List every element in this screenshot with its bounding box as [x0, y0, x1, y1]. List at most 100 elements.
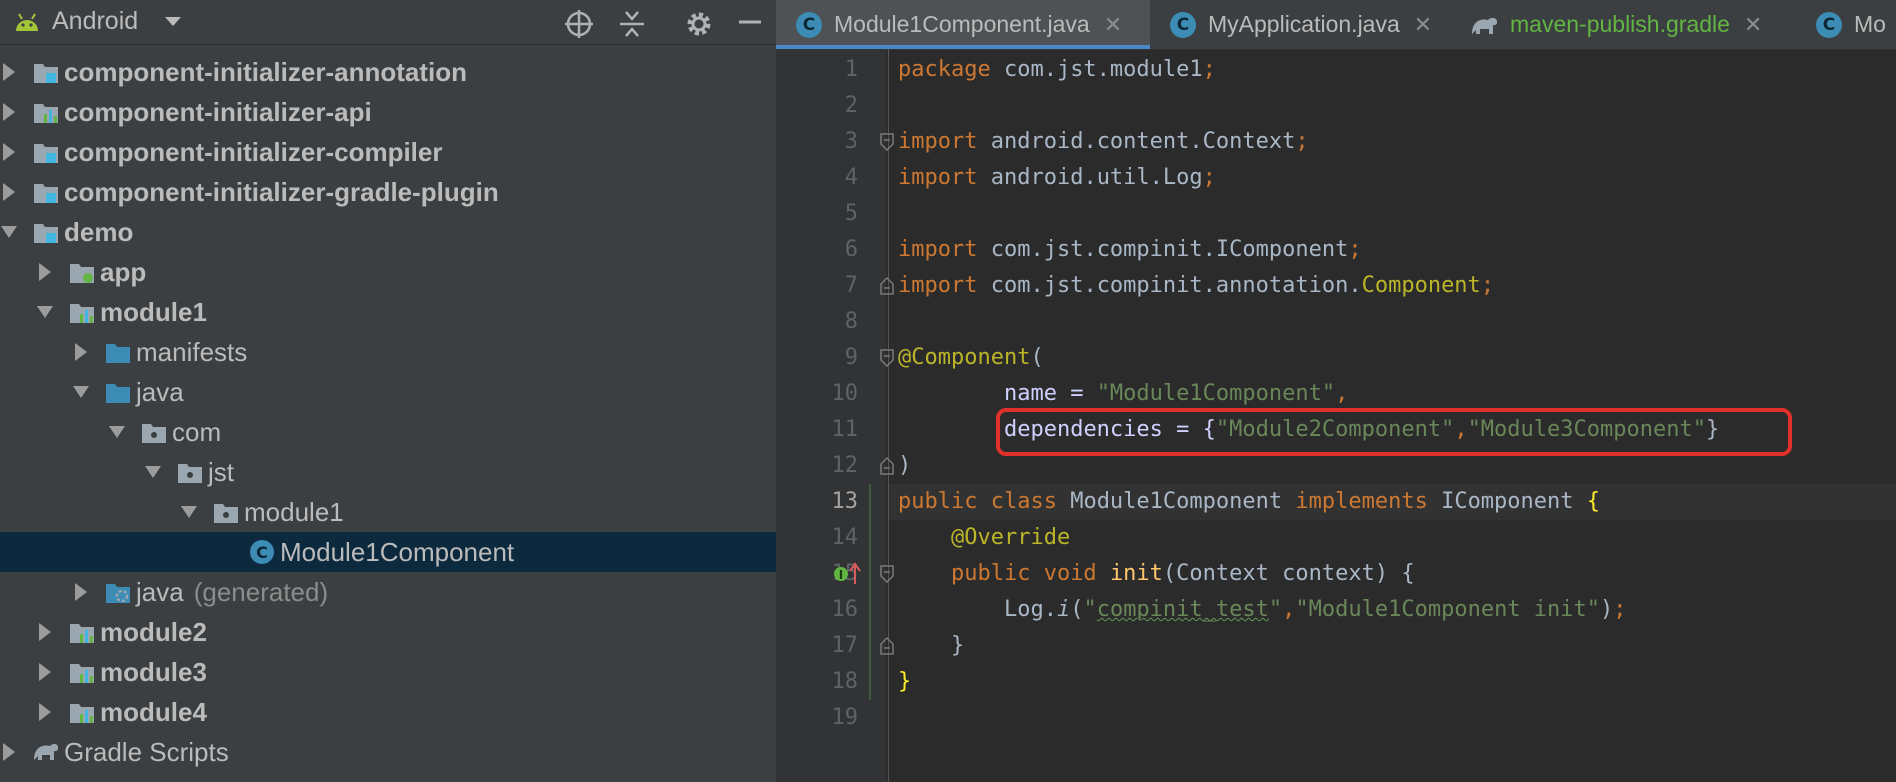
- tree-item-component-initializer-compiler[interactable]: component-initializer-compiler: [0, 132, 776, 172]
- code-line-3[interactable]: import android.content.Context;: [898, 124, 1309, 160]
- tree-item-label: com: [172, 416, 222, 447]
- locate-icon[interactable]: [564, 9, 594, 39]
- fold-marker-icon[interactable]: [879, 348, 895, 368]
- fold-end-marker-icon[interactable]: [879, 456, 895, 476]
- chevron-right-icon[interactable]: [0, 741, 18, 763]
- close-icon[interactable]: ✕: [1414, 12, 1432, 38]
- line-number: 4: [844, 165, 858, 190]
- tab-overflow[interactable]: C Mo: [1804, 0, 1896, 49]
- package-icon: [178, 464, 202, 483]
- fold-end-marker-icon[interactable]: [879, 276, 895, 296]
- code-line-18[interactable]: }: [898, 664, 911, 700]
- tab-label: maven-publish.gradle: [1510, 11, 1730, 37]
- tab-module1component-java[interactable]: C Module1Component.java ✕: [776, 0, 1150, 49]
- close-icon[interactable]: ✕: [1744, 12, 1762, 38]
- tree-item-demo[interactable]: demo: [0, 212, 776, 252]
- library-module-icon: [70, 704, 94, 723]
- fold-end-marker-icon[interactable]: [879, 636, 895, 656]
- code-line-14[interactable]: @Override: [898, 520, 1070, 556]
- code-line-1[interactable]: package com.jst.module1;: [898, 52, 1216, 88]
- chevron-right-icon[interactable]: [36, 661, 54, 683]
- code-line-12[interactable]: ): [898, 448, 911, 484]
- code-line-9[interactable]: @Component(: [898, 340, 1044, 376]
- tree-item-java-generated[interactable]: java (generated): [0, 572, 776, 612]
- module-folder-icon: [34, 224, 58, 243]
- code-line-6[interactable]: import com.jst.compinit.IComponent;: [898, 232, 1362, 268]
- chevron-down-icon[interactable]: [144, 461, 162, 483]
- fold-marker-icon[interactable]: [879, 564, 895, 584]
- svg-text:I: I: [839, 568, 843, 582]
- code-line-16[interactable]: Log.i("compinit_test","Module1Component …: [898, 592, 1627, 628]
- svg-text:C: C: [256, 543, 268, 562]
- implementing-method-icon[interactable]: I: [833, 562, 863, 586]
- hide-panel-icon[interactable]: [737, 9, 763, 39]
- close-icon[interactable]: ✕: [1104, 12, 1122, 38]
- module-folder-icon: [34, 144, 58, 163]
- tree-item-manifests[interactable]: manifests: [0, 332, 776, 372]
- code-line-4[interactable]: import android.util.Log;: [898, 160, 1216, 196]
- chevron-right-icon[interactable]: [0, 181, 18, 203]
- chevron-down-icon[interactable]: [180, 501, 198, 523]
- tab-maven-publish-gradle[interactable]: maven-publish.gradle ✕: [1460, 0, 1804, 49]
- project-view-selector[interactable]: Android: [52, 7, 138, 36]
- package-icon: [214, 504, 238, 523]
- tree-item-suffix: (generated): [193, 576, 329, 607]
- tree-item-module1component[interactable]: C Module1Component: [0, 532, 776, 572]
- tree-item-label: module3: [100, 656, 207, 687]
- chevron-right-icon[interactable]: [0, 61, 18, 83]
- folder-icon: [106, 384, 130, 403]
- tree-item-module1-package[interactable]: module1: [0, 492, 776, 532]
- tree-item-component-initializer-gradle-plugin[interactable]: component-initializer-gradle-plugin: [0, 172, 776, 212]
- tree-item-module3[interactable]: module3: [0, 652, 776, 692]
- java-class-icon: C: [796, 11, 822, 38]
- code-line-15[interactable]: public void init(Context context) {: [898, 556, 1415, 592]
- tree-item-gradle-scripts[interactable]: Gradle Scripts: [0, 732, 776, 772]
- tree-item-label: manifests: [136, 336, 248, 367]
- chevron-down-icon[interactable]: [0, 221, 18, 243]
- collapse-all-icon[interactable]: [618, 9, 646, 39]
- tree-item-label: module1: [100, 296, 207, 327]
- tree-item-com[interactable]: com: [0, 412, 776, 452]
- android-icon: [16, 13, 38, 31]
- chevron-right-icon[interactable]: [72, 581, 90, 603]
- code-line-10[interactable]: name = "Module1Component",: [898, 376, 1348, 412]
- tree-item-module1[interactable]: module1: [0, 292, 776, 332]
- chevron-right-icon[interactable]: [36, 621, 54, 643]
- tree-item-component-initializer-annotation[interactable]: component-initializer-annotation: [0, 52, 776, 92]
- gradle-elephant-icon: [34, 743, 59, 760]
- chevron-down-icon[interactable]: [72, 381, 90, 403]
- folder-icon: [106, 344, 130, 363]
- chevron-right-icon[interactable]: [72, 341, 90, 363]
- library-module-icon: [70, 664, 94, 683]
- line-number: 1: [844, 57, 858, 82]
- tree-item-label: demo: [64, 216, 134, 247]
- chevron-right-icon[interactable]: [0, 141, 18, 163]
- chevron-down-icon[interactable]: [108, 421, 126, 443]
- tab-label: MyApplication.java: [1208, 11, 1400, 37]
- line-number: 2: [844, 93, 858, 118]
- tree-item-app[interactable]: app: [0, 252, 776, 292]
- tab-myapplication-java[interactable]: C MyApplication.java ✕: [1150, 0, 1460, 49]
- tree-item-java[interactable]: java: [0, 372, 776, 412]
- chevron-right-icon[interactable]: [36, 701, 54, 723]
- line-number: 3: [844, 129, 858, 154]
- code-line-13[interactable]: public class Module1Component implements…: [898, 484, 1600, 520]
- tree-item-module4[interactable]: module4: [0, 692, 776, 732]
- tree-item-label: module1: [244, 496, 344, 527]
- fold-marker-icon[interactable]: [879, 132, 895, 152]
- module-folder-icon: [34, 184, 58, 203]
- chevron-right-icon[interactable]: [0, 101, 18, 123]
- line-number: 14: [831, 525, 859, 550]
- chevron-down-icon[interactable]: [164, 16, 182, 28]
- tree-item-module2[interactable]: module2: [0, 612, 776, 652]
- tree-item-component-initializer-api[interactable]: component-initializer-api: [0, 92, 776, 132]
- code-editor: C Module1Component.java ✕ C MyApplicatio…: [776, 0, 1896, 782]
- tree-item-label: java: [136, 376, 184, 407]
- chevron-right-icon[interactable]: [36, 261, 54, 283]
- tree-item-jst[interactable]: jst: [0, 452, 776, 492]
- code-line-7[interactable]: import com.jst.compinit.annotation.Compo…: [898, 268, 1494, 304]
- package-icon: [142, 424, 166, 443]
- chevron-down-icon[interactable]: [36, 301, 54, 323]
- code-line-17[interactable]: }: [898, 628, 964, 664]
- settings-gear-icon[interactable]: [684, 9, 714, 39]
